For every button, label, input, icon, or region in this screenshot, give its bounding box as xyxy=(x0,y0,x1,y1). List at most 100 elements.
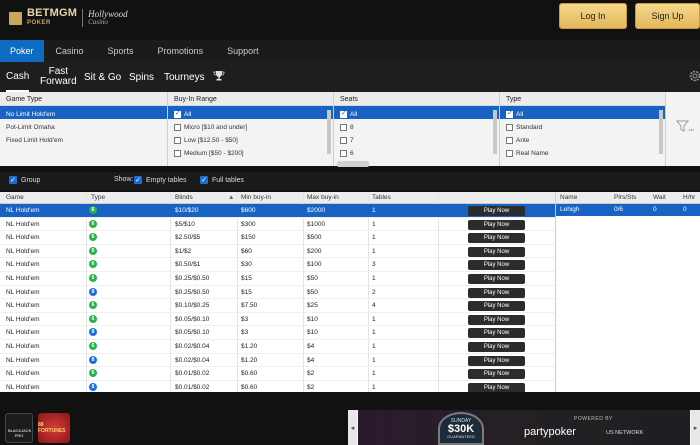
table-row[interactable]: NL Hold'em 8 $0.01/$0.02 $0.60 $2 1 Play Now xyxy=(0,381,555,392)
table-row[interactable]: NL Hold'em 6 $2.50/$5 $150 $500 1 Play Now xyxy=(0,231,555,245)
trophy-icon[interactable] xyxy=(213,70,225,82)
checkbox-icon[interactable] xyxy=(506,149,513,157)
signup-button[interactable]: Sign Up xyxy=(635,3,700,29)
table-row[interactable]: NL Hold'em 6 $0.05/$0.10 $3 $10 1 Play Now xyxy=(0,313,555,327)
table-row[interactable]: NL Hold'em 6 $0.50/$1 $30 $100 3 Play Now xyxy=(0,258,555,272)
collapse-filters-handle[interactable] xyxy=(337,161,369,167)
full-tables-toggle[interactable]: ✓ Full tables xyxy=(200,176,244,184)
checkbox-icon[interactable] xyxy=(340,123,347,131)
promo-banner[interactable]: ◂ SUNDAY $30K GUARANTEED POWERED BY part… xyxy=(348,410,700,445)
login-button[interactable]: Log In xyxy=(559,3,627,29)
play-now-button[interactable]: Play Now xyxy=(468,342,525,352)
table-row[interactable]: NL Hold'em 8 $0.05/$0.10 $3 $10 1 Play Now xyxy=(0,326,555,340)
filter-game-type-option[interactable]: Pot-Limit Omaha xyxy=(0,119,167,132)
col-wait[interactable]: Wait xyxy=(653,194,666,201)
checkbox-icon[interactable] xyxy=(340,136,347,144)
settings-gear-icon[interactable] xyxy=(688,69,700,83)
col-plrs-sts[interactable]: Plrs/Sts xyxy=(614,194,636,201)
filter-type-option[interactable]: All xyxy=(500,106,665,119)
filter-seats-option[interactable]: 8 xyxy=(334,119,499,132)
checkbox-checked-icon[interactable]: ✓ xyxy=(9,176,17,184)
table-row[interactable]: NL Hold'em 6 $0.01/$0.02 $0.60 $2 1 Play Now xyxy=(0,367,555,381)
filter-buyin-option[interactable]: Low [$12.50 - $50] xyxy=(168,132,333,145)
table-row[interactable]: NL Hold'em 8 $0.02/$0.04 $1.20 $4 1 Play Now xyxy=(0,354,555,368)
col-game[interactable]: Game xyxy=(6,194,24,201)
table-row[interactable]: NL Hold'em 6 $0.02/$0.04 $1.20 $4 1 Play Now xyxy=(0,340,555,354)
checkbox-icon[interactable] xyxy=(340,149,347,157)
play-now-button[interactable]: Play Now xyxy=(468,233,525,244)
tab-fast-forward[interactable]: Fast Forward xyxy=(40,62,77,92)
filter-seats-option[interactable]: 6 xyxy=(334,145,499,158)
banner-next-icon[interactable]: ▸ xyxy=(691,410,700,445)
tab-sit-and-go[interactable]: Sit & Go xyxy=(84,62,121,92)
play-now-button[interactable]: Play Now xyxy=(468,369,525,380)
table-row[interactable]: NL Hold'em 8 $0.25/$0.50 $15 $50 2 Play Now xyxy=(0,286,555,300)
filter-funnel-icon[interactable] xyxy=(676,119,694,133)
tab-cash[interactable]: Cash xyxy=(6,62,30,92)
nav-promotions[interactable]: Promotions xyxy=(146,40,216,62)
filter-game-type-option[interactable]: Fixed Limit Hold'em xyxy=(0,132,167,145)
tab-tourneys[interactable]: Tourneys xyxy=(164,62,205,92)
play-now-button[interactable]: Play Now xyxy=(468,382,525,392)
play-now-button[interactable]: Play Now xyxy=(468,301,525,312)
play-now-button[interactable]: Play Now xyxy=(468,206,525,216)
checkbox-icon[interactable] xyxy=(506,109,513,118)
checkbox-checked-icon[interactable]: ✓ xyxy=(134,176,142,184)
empty-tables-toggle[interactable]: ✓ Empty tables xyxy=(134,176,186,184)
col-name[interactable]: Name xyxy=(560,194,577,201)
filter-type-option[interactable]: Standard xyxy=(500,119,665,132)
nav-casino[interactable]: Casino xyxy=(44,40,96,62)
table-row[interactable]: NL Hold'em 6 $0.25/$0.50 $15 $50 1 Play Now xyxy=(0,272,555,286)
table-row[interactable]: NL Hold'em 6 $1/$2 $60 $200 1 Play Now xyxy=(0,245,555,259)
nav-support[interactable]: Support xyxy=(215,40,271,62)
filter-seats-option[interactable]: 7 xyxy=(334,132,499,145)
col-min-buyin[interactable]: Min buy-in xyxy=(241,194,271,201)
checkbox-icon[interactable] xyxy=(506,136,513,144)
play-now-button[interactable]: Play Now xyxy=(468,355,525,366)
table-row[interactable]: NL Hold'em 6 $10/$20 $600 $2000 1 Play Now xyxy=(0,204,555,218)
col-blinds[interactable]: Blinds xyxy=(175,194,193,201)
group-toggle[interactable]: ✓ Group xyxy=(9,176,40,184)
blackjack-game-tile[interactable]: BLACKJACK PRO xyxy=(5,413,33,443)
filter-type-option[interactable]: Real Name xyxy=(500,145,665,158)
cell-blinds: $0.10/$0.25 xyxy=(175,302,210,310)
checkbox-checked-icon[interactable]: ✓ xyxy=(200,176,208,184)
checkbox-icon[interactable] xyxy=(174,136,181,144)
checkbox-icon[interactable] xyxy=(174,149,181,157)
player-row[interactable]: Lehigh 0/6 0 0 xyxy=(556,204,700,216)
filter-game-type-option[interactable]: No Limit Hold'em xyxy=(0,106,167,119)
tab-spins[interactable]: Spins xyxy=(129,62,154,92)
checkbox-icon[interactable] xyxy=(174,109,181,118)
nav-sports[interactable]: Sports xyxy=(96,40,146,62)
filter-type-option[interactable]: Ante xyxy=(500,132,665,145)
fortunes-game-tile[interactable]: 88 FORTUNES xyxy=(38,413,70,443)
col-max-buyin[interactable]: Max buy-in xyxy=(307,194,339,201)
filter-buyin-option[interactable]: All xyxy=(168,106,333,119)
sort-arrow-icon[interactable]: ▲ xyxy=(228,194,234,201)
filter-type-scrollbar[interactable] xyxy=(659,110,663,154)
play-now-button[interactable]: Play Now xyxy=(468,219,525,230)
filter-buyin-option[interactable]: Micro [$10 and under] xyxy=(168,119,333,132)
checkbox-icon[interactable] xyxy=(340,109,347,118)
play-now-button[interactable]: Play Now xyxy=(468,328,525,339)
filter-seats-scrollbar[interactable] xyxy=(493,110,497,154)
play-now-button[interactable]: Play Now xyxy=(468,260,525,271)
col-type[interactable]: Type xyxy=(91,194,105,201)
play-now-button[interactable]: Play Now xyxy=(468,314,525,325)
play-now-button[interactable]: Play Now xyxy=(468,246,525,257)
filter-buyin-option[interactable]: Medium [$50 - $200] xyxy=(168,145,333,158)
table-row[interactable]: NL Hold'em 6 $5/$10 $300 $1000 1 Play Now xyxy=(0,218,555,232)
checkbox-icon[interactable] xyxy=(174,123,181,131)
filter-buyin-scrollbar[interactable] xyxy=(327,110,331,154)
brand-logo[interactable]: BETMGM POKER Hollywood Casino xyxy=(9,8,128,28)
players-panel: Name Plrs/Sts Wait H/hr Lehigh 0/6 0 0 xyxy=(555,192,700,392)
checkbox-icon[interactable] xyxy=(506,123,513,131)
banner-prev-icon[interactable]: ◂ xyxy=(348,410,357,445)
col-hhr[interactable]: H/hr xyxy=(683,194,695,201)
col-tables[interactable]: Tables xyxy=(372,194,391,201)
play-now-button[interactable]: Play Now xyxy=(468,274,525,284)
play-now-button[interactable]: Play Now xyxy=(468,287,525,298)
nav-poker[interactable]: Poker xyxy=(0,40,44,62)
table-row[interactable]: NL Hold'em 6 $0.10/$0.25 $7.50 $25 4 Play Now xyxy=(0,299,555,313)
filter-seats-option[interactable]: All xyxy=(334,106,499,119)
